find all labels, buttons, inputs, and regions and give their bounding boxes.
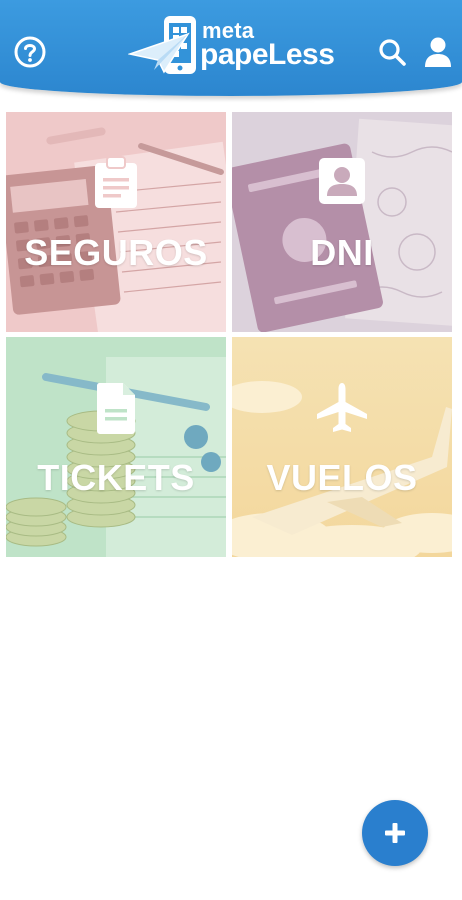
- tile-dni-label: DNI: [310, 232, 374, 273]
- search-icon: [379, 39, 406, 66]
- tile-seguros[interactable]: SEGUROS: [6, 112, 226, 332]
- tile-tickets-label: TICKETS: [37, 457, 195, 498]
- tile-vuelos[interactable]: VUELOS: [232, 337, 452, 557]
- help-button[interactable]: [10, 32, 50, 72]
- tile-seguros-background: [6, 112, 226, 332]
- document-icon: [96, 383, 135, 434]
- plus-icon: [385, 823, 405, 843]
- search-button[interactable]: [372, 32, 412, 72]
- paper-plane-phone-icon: [128, 16, 196, 74]
- tile-tickets[interactable]: TICKETS: [6, 337, 226, 557]
- id-card-icon: [319, 158, 365, 204]
- logo-text-papeless: papeLess: [200, 38, 335, 71]
- help-circle-icon: [14, 36, 46, 68]
- app-header: meta papeLess: [0, 0, 462, 96]
- clipboard-icon: [95, 156, 137, 208]
- tile-dni-background: [232, 112, 452, 332]
- tile-dni[interactable]: DNI: [232, 112, 452, 332]
- user-button[interactable]: [418, 32, 458, 72]
- app-logo: meta papeLess: [128, 14, 338, 80]
- add-button[interactable]: [362, 800, 428, 866]
- tile-tickets-background: [6, 337, 226, 557]
- tile-seguros-label: SEGUROS: [24, 232, 208, 273]
- user-icon: [425, 37, 451, 67]
- airplane-icon: [317, 383, 367, 432]
- tile-vuelos-label: VUELOS: [266, 457, 418, 498]
- tile-vuelos-background: [232, 337, 452, 557]
